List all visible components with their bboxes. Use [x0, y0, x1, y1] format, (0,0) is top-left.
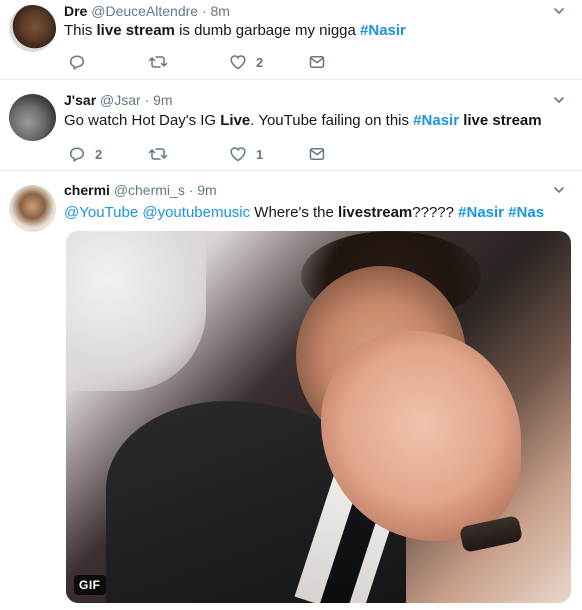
- timestamp[interactable]: · 9m: [189, 182, 217, 198]
- text-segment: Go watch Hot Day's IG: [64, 112, 221, 129]
- caret-down-icon[interactable]: [554, 6, 564, 16]
- like-count: 2: [256, 54, 264, 70]
- reply-count: 2: [95, 146, 103, 162]
- like-button[interactable]: 1: [229, 144, 263, 164]
- like-button[interactable]: 2: [229, 52, 263, 72]
- text-segment: ?????: [412, 204, 459, 221]
- tweet-text: Go watch Hot Day's IG Live. YouTube fail…: [64, 112, 542, 129]
- gif-media[interactable]: GIF: [66, 231, 571, 603]
- display-name[interactable]: J'sar: [64, 92, 96, 108]
- tweet-actions: 2 1: [64, 144, 384, 164]
- tweet-header: chermi @chermi_s · 9m: [64, 182, 217, 198]
- display-name[interactable]: Dre: [64, 3, 87, 19]
- media-background: [66, 231, 206, 391]
- tweet-text: @YouTube @youtubemusic Where's the lives…: [64, 204, 544, 221]
- text-highlight: live stream: [463, 112, 542, 129]
- hashtag-link[interactable]: #Nasir: [360, 22, 406, 39]
- reply-icon: [68, 53, 86, 71]
- tweet[interactable]: Dre @DeuceAltendre · 8m This live stream…: [0, 0, 582, 80]
- avatar[interactable]: [9, 94, 56, 141]
- text-segment: is dumb garbage my nigga: [174, 22, 361, 39]
- text-highlight: Live: [220, 112, 251, 129]
- user-handle[interactable]: @chermi_s: [114, 182, 185, 198]
- tweet-header: Dre @DeuceAltendre · 8m: [64, 3, 230, 19]
- text-segment: Where's the: [250, 204, 339, 221]
- caret-down-icon[interactable]: [554, 95, 564, 105]
- caret-down-icon[interactable]: [554, 185, 564, 195]
- message-icon: [308, 145, 326, 163]
- like-count: 1: [256, 146, 264, 162]
- reply-icon: [68, 145, 86, 163]
- user-handle[interactable]: @Jsar: [100, 92, 141, 108]
- message-icon: [308, 53, 326, 71]
- text-segment: . YouTube failing on this: [250, 112, 414, 129]
- avatar[interactable]: [9, 185, 56, 232]
- mention-link[interactable]: @youtubemusic: [142, 204, 250, 221]
- retweet-button[interactable]: [148, 52, 177, 72]
- mention-link[interactable]: @YouTube: [64, 204, 138, 221]
- message-button[interactable]: [308, 144, 326, 164]
- tweet-header: J'sar @Jsar · 9m: [64, 92, 173, 108]
- gif-badge: GIF: [74, 575, 106, 595]
- tweet[interactable]: chermi @chermi_s · 9m @YouTube @youtubem…: [0, 171, 582, 610]
- tweet-text: This live stream is dumb garbage my nigg…: [64, 22, 406, 39]
- like-icon: [229, 145, 247, 163]
- hashtag-link[interactable]: #Nasir: [458, 204, 504, 221]
- display-name[interactable]: chermi: [64, 182, 110, 198]
- tweet[interactable]: J'sar @Jsar · 9m Go watch Hot Day's IG L…: [0, 80, 582, 171]
- retweet-icon: [148, 145, 168, 163]
- reply-button[interactable]: [68, 52, 95, 72]
- timestamp[interactable]: · 8m: [202, 3, 230, 19]
- hashtag-link[interactable]: #Nas: [508, 204, 544, 221]
- like-icon: [229, 53, 247, 71]
- user-handle[interactable]: @DeuceAltendre: [91, 3, 198, 19]
- retweet-button[interactable]: [148, 144, 177, 164]
- text-segment: This: [64, 22, 97, 39]
- hashtag-link[interactable]: #Nasir: [413, 112, 459, 129]
- timestamp[interactable]: · 9m: [145, 92, 173, 108]
- text-highlight: livestream: [338, 204, 413, 221]
- retweet-icon: [148, 53, 168, 71]
- text-highlight: live stream: [96, 22, 175, 39]
- tweet-actions: 2: [64, 52, 384, 72]
- avatar[interactable]: [9, 5, 56, 52]
- reply-button[interactable]: 2: [68, 144, 102, 164]
- message-button[interactable]: [308, 52, 326, 72]
